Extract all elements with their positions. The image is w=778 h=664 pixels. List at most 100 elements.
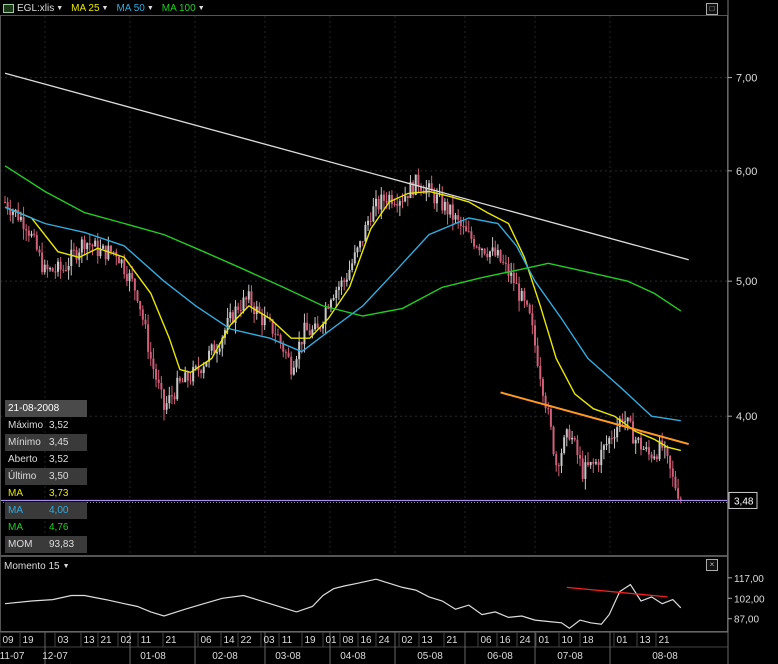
info-row: Aberto 3,52 — [5, 451, 87, 468]
price-tick-label: 6,00 — [736, 166, 757, 178]
candle-body — [51, 268, 54, 272]
candle-body — [54, 271, 57, 273]
candle-body — [170, 395, 173, 397]
candle-body — [372, 206, 375, 222]
candle-body — [549, 408, 552, 427]
candle-body — [629, 417, 632, 422]
candle-body — [49, 268, 52, 270]
candle-body — [19, 216, 22, 221]
candle-body — [401, 201, 404, 203]
candle-body — [189, 380, 192, 382]
candle-body — [210, 344, 213, 351]
candle-body — [46, 264, 49, 270]
candle-body — [33, 233, 36, 235]
candle-body — [594, 462, 597, 464]
candle-body — [441, 193, 444, 211]
candle-body — [671, 468, 674, 477]
x-day-label: 01 — [325, 635, 337, 646]
trendline-red — [566, 586, 668, 598]
candle-body — [515, 283, 518, 285]
x-month-label: 01-08 — [140, 651, 166, 662]
candle-body — [483, 248, 486, 254]
info-date: 21-08-2008 — [5, 400, 87, 417]
candle-body — [168, 395, 171, 404]
candle-body — [369, 220, 372, 222]
candle-body — [396, 204, 399, 206]
info-value: 3,45 — [49, 437, 69, 448]
x-day-label: 14 — [223, 635, 235, 646]
candle-body — [677, 488, 680, 499]
candle-body — [229, 312, 232, 319]
candle-body — [4, 201, 6, 203]
candle-body — [295, 359, 298, 368]
candle-body — [398, 201, 401, 206]
candle-body — [645, 447, 648, 450]
candle-body — [470, 231, 473, 239]
info-value: 4,76 — [49, 522, 69, 533]
candle-body — [571, 437, 574, 440]
indicator-ma25[interactable]: MA 25 ▼ — [71, 3, 108, 14]
x-day-label: 03 — [57, 635, 69, 646]
momentum-line — [4, 578, 682, 630]
x-day-label: 16 — [499, 635, 511, 646]
candle-body — [80, 239, 83, 253]
indicator-ma50[interactable]: MA 50 ▼ — [116, 3, 153, 14]
x-day-label: 02 — [120, 635, 132, 646]
candle-body — [634, 439, 637, 444]
toolbar: EGL:xlis ▼ MA 25 ▼ MA 50 ▼ MA 100 ▼ — [3, 1, 205, 15]
candle-body — [647, 447, 650, 455]
candle-body — [117, 256, 120, 264]
candle-body — [86, 243, 89, 250]
candle-body — [417, 174, 420, 187]
x-day-label: 13 — [83, 635, 95, 646]
x-day-label: 22 — [240, 635, 252, 646]
indicator-label: MA 100 — [161, 2, 196, 14]
candle-body — [308, 330, 311, 336]
close-icon[interactable]: × — [706, 559, 718, 571]
info-row: MA 4,00 — [5, 502, 87, 519]
momentum-title: Momento 15 — [4, 561, 60, 572]
info-label: MA — [8, 505, 23, 516]
candle-body — [35, 234, 38, 250]
candle-body — [147, 324, 150, 352]
candle-body — [157, 379, 160, 383]
candle-body — [536, 345, 539, 366]
candle-body — [454, 215, 457, 220]
candle-body — [163, 389, 165, 410]
momentum-selector[interactable]: Momento 15 ▼ — [4, 561, 70, 572]
candle-body — [491, 247, 494, 252]
candle-body — [451, 204, 454, 220]
candle-body — [67, 266, 70, 271]
symbol-label: EGL:xlis — [17, 2, 55, 14]
x-day-label: 21 — [446, 635, 458, 646]
candle-body — [494, 247, 497, 256]
maximize-icon[interactable]: □ — [706, 3, 718, 15]
candle-body — [382, 194, 385, 201]
candle-body — [75, 250, 78, 260]
candle-body — [523, 290, 526, 301]
info-label: Máximo — [8, 420, 44, 431]
ma-line-1 — [4, 206, 681, 422]
candle-body — [512, 272, 515, 284]
candle-body — [245, 297, 248, 300]
candle-body — [194, 366, 197, 368]
candle-body — [216, 351, 218, 354]
candle-body — [502, 261, 505, 263]
candle-body — [475, 246, 478, 248]
info-row: Último 3,50 — [5, 468, 87, 485]
candle-body — [496, 250, 499, 256]
x-day-label: 01 — [538, 635, 550, 646]
candle-body — [518, 283, 521, 301]
x-day-label: 24 — [519, 635, 531, 646]
candle-body — [359, 241, 362, 248]
x-day-label: 01 — [616, 635, 628, 646]
x-month-label: 08-08 — [652, 651, 678, 662]
candle-body — [600, 449, 603, 466]
candle-body — [247, 291, 250, 300]
symbol-selector[interactable]: EGL:xlis ▼ — [3, 3, 63, 14]
indicator-ma100[interactable]: MA 100 ▼ — [162, 3, 205, 14]
candle-body — [573, 437, 576, 440]
last-price-label: 3,48 — [734, 496, 754, 507]
info-label: Mínimo — [8, 437, 41, 448]
candle-body — [576, 439, 579, 456]
